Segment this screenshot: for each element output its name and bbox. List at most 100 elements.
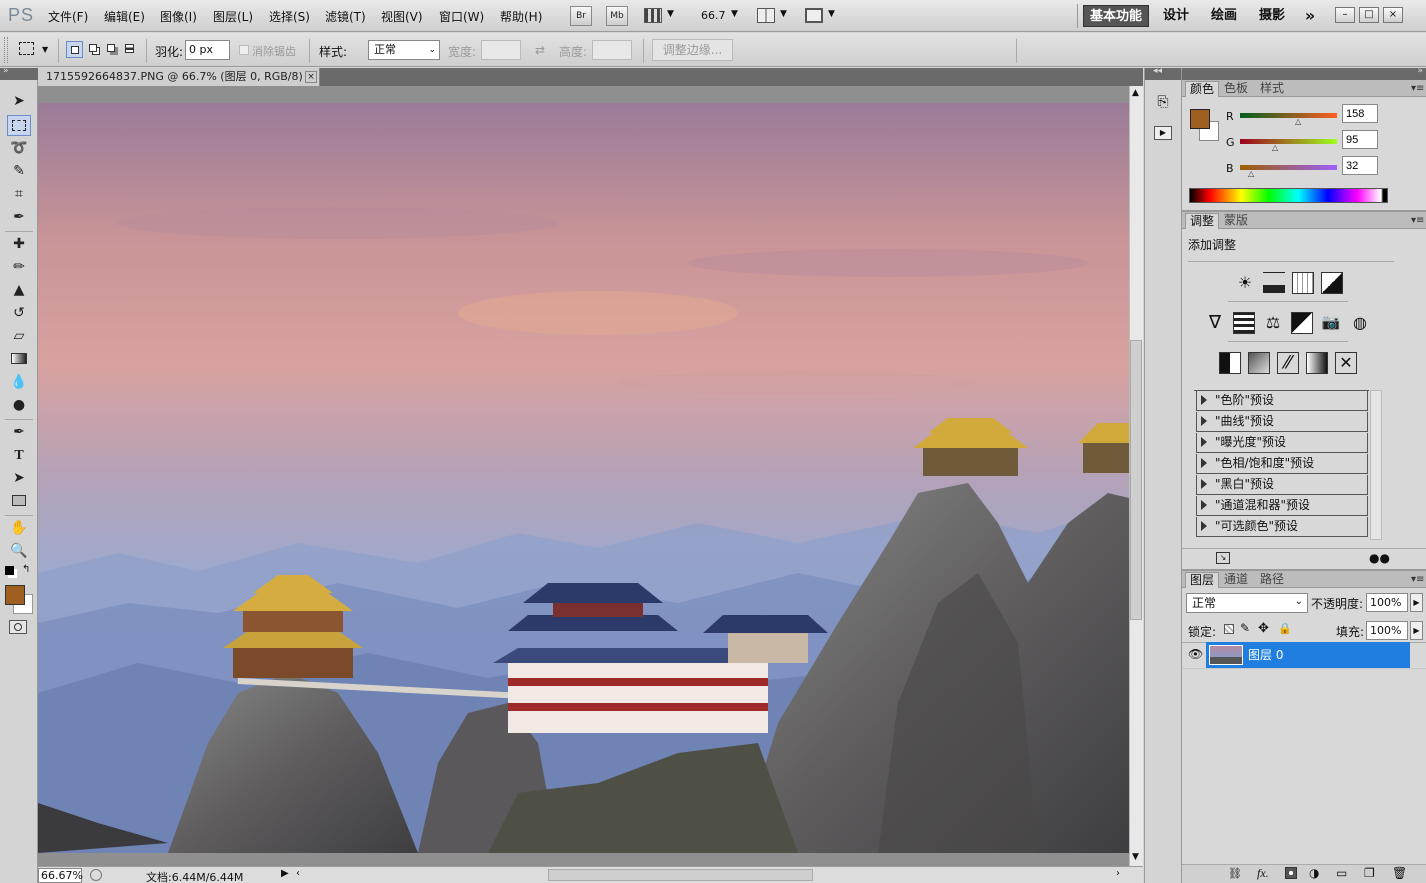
link-layers-icon[interactable]: ⛓: [1228, 867, 1242, 880]
color-spectrum-ramp[interactable]: [1189, 188, 1388, 203]
chevron-down-icon[interactable]: ▼: [667, 9, 674, 19]
spot-healing-brush-icon[interactable]: ✚: [7, 234, 31, 255]
type-tool-icon[interactable]: T: [7, 445, 31, 466]
eyedropper-tool-icon[interactable]: ✒: [7, 207, 31, 228]
rectangle-shape-tool-icon[interactable]: [7, 491, 31, 512]
chevron-down-icon[interactable]: ▼: [780, 9, 787, 19]
chevron-down-icon[interactable]: ▼: [828, 9, 835, 19]
zoom-level[interactable]: 66.7: [701, 9, 726, 22]
horizontal-scroll-thumb[interactable]: [548, 869, 813, 881]
tab-swatches[interactable]: 色板: [1220, 81, 1252, 97]
dodge-tool-icon[interactable]: ●: [7, 395, 31, 416]
menu-view[interactable]: 视图(V): [381, 8, 423, 25]
color-balance-icon[interactable]: ⚖: [1262, 312, 1284, 334]
tools-panel-header[interactable]: »: [0, 66, 38, 80]
width-input[interactable]: [481, 40, 521, 60]
preset-exposure[interactable]: "曝光度"预设: [1196, 433, 1368, 453]
path-selection-tool-icon[interactable]: ➤: [7, 468, 31, 489]
dock-header[interactable]: ◂◂: [1145, 66, 1182, 80]
swap-colors-icon[interactable]: ↰: [22, 564, 30, 575]
scroll-up-icon[interactable]: ▲: [1132, 88, 1139, 98]
scroll-right-icon[interactable]: ›: [1116, 868, 1120, 879]
minimize-icon[interactable]: –: [1335, 7, 1355, 23]
b-slider-thumb[interactable]: △: [1248, 169, 1254, 178]
refine-edge-button[interactable]: 调整边缘...: [652, 39, 733, 61]
brush-tool-icon[interactable]: ✏: [7, 257, 31, 278]
preset-selective-color[interactable]: "可选颜色"预设: [1196, 517, 1368, 537]
b-input[interactable]: [1342, 156, 1378, 175]
new-group-icon[interactable]: ▭: [1336, 866, 1347, 880]
exposure-icon[interactable]: [1321, 272, 1343, 294]
selective-color-icon[interactable]: ✕: [1335, 352, 1357, 374]
actions-panel-icon[interactable]: ▶: [1154, 126, 1172, 140]
workspace-photography-button[interactable]: 摄影: [1253, 5, 1291, 27]
curves-icon[interactable]: [1292, 272, 1314, 294]
zoom-tool-icon[interactable]: 🔍: [7, 541, 31, 562]
r-input[interactable]: [1342, 104, 1378, 123]
g-slider[interactable]: [1240, 139, 1337, 144]
more-workspaces-button[interactable]: »: [1298, 5, 1322, 27]
eraser-tool-icon[interactable]: ▱: [7, 326, 31, 347]
presets-scrollbar[interactable]: [1370, 390, 1382, 540]
posterize-icon[interactable]: [1248, 352, 1270, 374]
black-white-icon[interactable]: [1291, 312, 1313, 334]
arrange-documents-icon[interactable]: [757, 8, 775, 23]
r-slider-thumb[interactable]: △: [1295, 117, 1301, 126]
tab-paths[interactable]: 路径: [1256, 572, 1288, 588]
levels-icon[interactable]: [1263, 272, 1285, 294]
channel-mixer-icon[interactable]: ◍: [1349, 312, 1371, 334]
photo-filter-icon[interactable]: 📷: [1320, 312, 1342, 334]
tab-color[interactable]: 颜色: [1185, 81, 1220, 97]
maximize-icon[interactable]: □: [1359, 7, 1379, 23]
preset-curves[interactable]: "曲线"预设: [1196, 412, 1368, 432]
gradient-tool-icon[interactable]: [7, 349, 31, 370]
intersect-selection-icon[interactable]: [122, 41, 139, 58]
antialias-checkbox[interactable]: [239, 45, 249, 55]
chevron-down-icon[interactable]: ▼: [42, 45, 48, 54]
hand-tool-icon[interactable]: ✋: [7, 518, 31, 539]
hue-saturation-icon[interactable]: [1233, 312, 1255, 334]
preset-hue-saturation[interactable]: "色相/饱和度"预设: [1196, 454, 1368, 474]
opacity-slider-arrow-icon[interactable]: ▶: [1410, 593, 1423, 612]
history-brush-tool-icon[interactable]: ↺: [7, 303, 31, 324]
style-select[interactable]: 正常 ⌄: [368, 40, 440, 60]
marquee-preset-icon[interactable]: [19, 42, 34, 55]
subtract-selection-icon[interactable]: [104, 41, 121, 58]
zoom-status-field[interactable]: 66.67%: [38, 868, 83, 883]
menu-window[interactable]: 窗口(W): [439, 8, 484, 25]
color-panel-foreground-swatch[interactable]: [1190, 109, 1210, 129]
new-adjustment-layer-icon[interactable]: ◑: [1309, 866, 1319, 880]
new-selection-icon[interactable]: [66, 41, 83, 58]
lock-transparency-icon[interactable]: [1224, 624, 1234, 634]
close-document-icon[interactable]: ×: [305, 71, 317, 83]
panel-menu-icon[interactable]: ▾≡: [1411, 83, 1424, 94]
fill-input[interactable]: 100%: [1366, 621, 1408, 640]
scroll-left-icon[interactable]: ‹: [296, 868, 300, 879]
g-input[interactable]: [1342, 130, 1378, 149]
screen-mode-icon[interactable]: [805, 8, 823, 23]
add-selection-icon[interactable]: [86, 41, 103, 58]
brightness-contrast-icon[interactable]: ☀: [1234, 272, 1256, 294]
lasso-tool-icon[interactable]: ➰: [7, 138, 31, 159]
fill-slider-arrow-icon[interactable]: ▶: [1410, 621, 1423, 640]
foreground-color-swatch[interactable]: [5, 585, 25, 605]
feather-input[interactable]: 0 px: [185, 40, 230, 60]
mini-bridge-button[interactable]: Mb: [606, 6, 628, 26]
chevron-down-icon[interactable]: ▼: [731, 9, 738, 19]
document-tab[interactable]: 1715592664837.PNG @ 66.7% (图层 0, RGB/8) …: [38, 68, 320, 86]
height-input[interactable]: [592, 40, 632, 60]
menu-filter[interactable]: 滤镜(T): [325, 8, 366, 25]
menu-file[interactable]: 文件(F): [48, 8, 88, 25]
invert-icon[interactable]: [1219, 352, 1241, 374]
history-panel-icon[interactable]: ⎘: [1154, 94, 1172, 112]
vibrance-icon[interactable]: ∇: [1204, 312, 1226, 334]
panel-dock-header[interactable]: »: [1182, 66, 1426, 80]
status-info-icon[interactable]: [90, 869, 102, 881]
r-slider[interactable]: [1240, 113, 1337, 118]
crop-tool-icon[interactable]: ⌗: [7, 184, 31, 205]
lock-position-icon[interactable]: ✥: [1258, 621, 1269, 636]
delete-layer-icon[interactable]: 🗑: [1392, 866, 1407, 880]
pen-tool-icon[interactable]: ✒: [7, 422, 31, 443]
preset-levels[interactable]: "色阶"预设: [1196, 391, 1368, 411]
quick-selection-tool-icon[interactable]: ✎: [7, 161, 31, 182]
